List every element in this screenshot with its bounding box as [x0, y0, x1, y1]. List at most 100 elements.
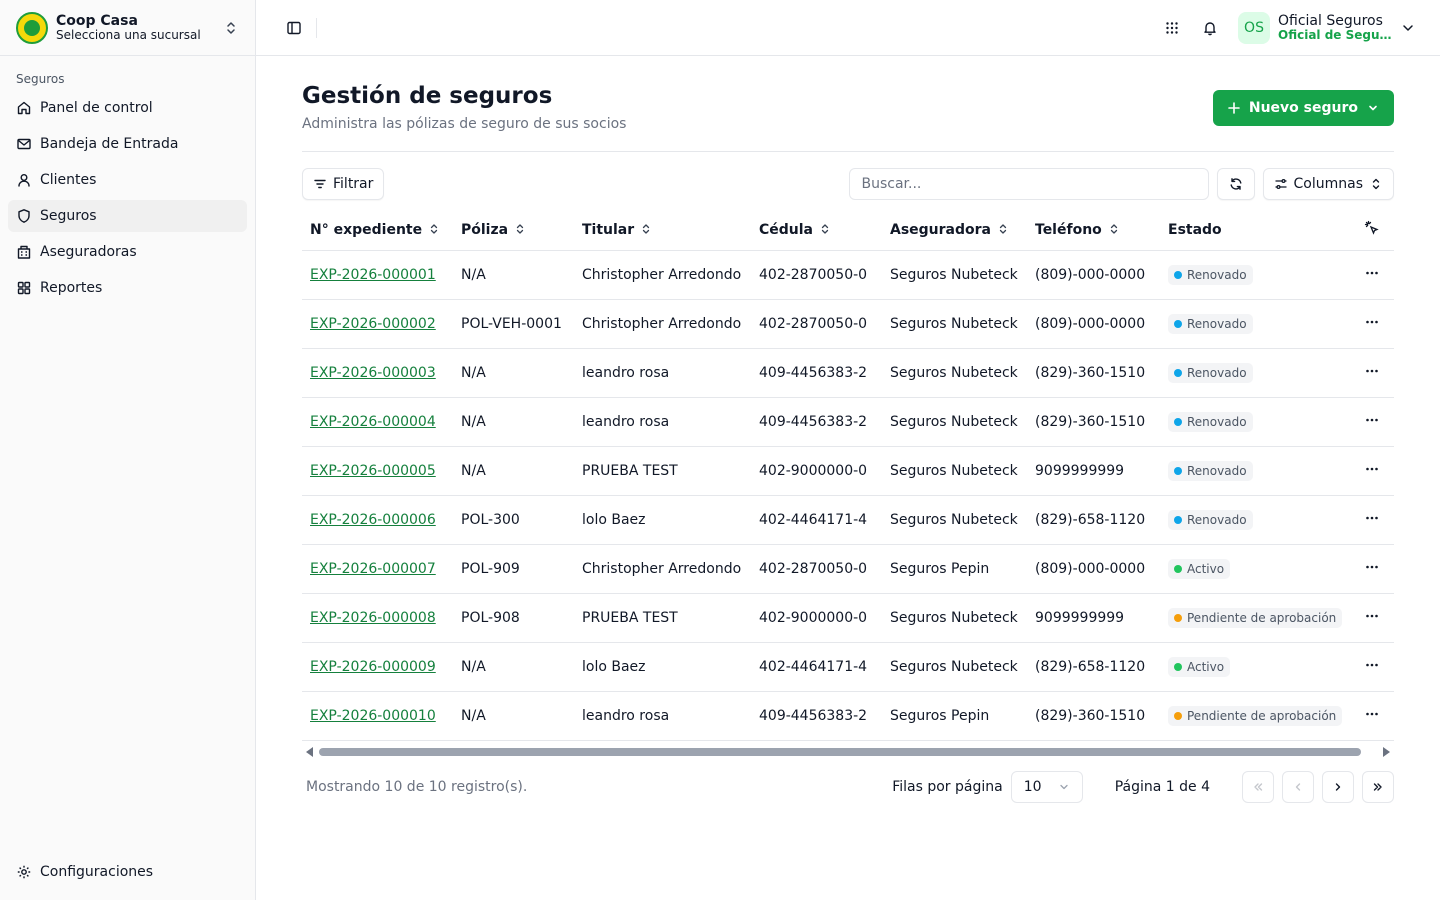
cell-poliza: POL-909: [453, 544, 574, 594]
expediente-link[interactable]: EXP-2026-000005: [310, 463, 436, 479]
chevrons-up-down-icon: [227, 21, 235, 34]
cell-actions[interactable]: [1356, 446, 1394, 496]
table-toolbar: Filtrar Columnas: [302, 168, 1394, 200]
building-icon: [17, 245, 31, 259]
cell-aseguradora: Seguros Nubeteck: [882, 593, 1027, 643]
sidebar-item-reports[interactable]: Reportes: [8, 272, 247, 304]
user-icon: [18, 174, 30, 187]
scrollbar-thumb[interactable]: [319, 747, 1361, 756]
new-insurance-button[interactable]: Nuevo seguro: [1212, 90, 1394, 126]
cell-actions[interactable]: [1356, 593, 1394, 643]
apps-button[interactable]: [1158, 14, 1186, 42]
col-header-actions[interactable]: [1356, 210, 1394, 251]
expediente-link[interactable]: EXP-2026-000006: [310, 512, 436, 528]
status-badge: Pendiente de aprobación: [1168, 607, 1343, 628]
col-header-label: Titular: [582, 221, 635, 238]
cell-actions[interactable]: [1356, 299, 1394, 349]
previous-page-button[interactable]: [1282, 770, 1314, 803]
cell-actions[interactable]: [1356, 250, 1394, 300]
scroll-left-icon[interactable]: [306, 746, 313, 757]
col-header-expediente[interactable]: N° expediente: [302, 210, 453, 251]
cell-actions[interactable]: [1356, 544, 1394, 594]
cell-telefono: (809)-000-0000: [1027, 544, 1160, 594]
status-dot: [1174, 564, 1182, 573]
cell-actions[interactable]: [1356, 397, 1394, 447]
page-content: Gestión de seguros Administra las póliza…: [302, 56, 1394, 803]
cell-expediente: EXP-2026-000009: [302, 642, 453, 692]
expediente-link[interactable]: EXP-2026-000002: [310, 316, 436, 332]
status-label: Renovado: [1187, 414, 1247, 429]
sidebar-item-inbox[interactable]: Bandeja de Entrada: [8, 128, 247, 160]
cell-titular: Christopher Arredondo: [574, 299, 751, 349]
search-input[interactable]: [848, 168, 1209, 200]
col-header-cedula[interactable]: Cédula: [751, 210, 882, 251]
more-horizontal-icon: [1366, 516, 1378, 519]
col-header-titular[interactable]: Titular: [574, 210, 751, 251]
sidebar-toggle-icon: [287, 21, 301, 34]
col-header-label: Cédula: [759, 221, 814, 238]
cell-aseguradora: Seguros Nubeteck: [882, 299, 1027, 349]
col-header-label: Aseguradora: [890, 221, 991, 238]
sidebar-toggle-button[interactable]: [280, 14, 308, 42]
cell-expediente: EXP-2026-000007: [302, 544, 453, 594]
chevrons-left-icon: [1254, 782, 1263, 791]
new-insurance-label: Nuevo seguro: [1248, 100, 1358, 116]
sliders-icon: [1274, 178, 1287, 190]
page-subtitle: Administra las pólizas de seguro de sus …: [302, 116, 627, 132]
expediente-link[interactable]: EXP-2026-000007: [310, 561, 436, 577]
horizontal-scrollbar[interactable]: [302, 745, 1394, 759]
next-page-button[interactable]: [1322, 770, 1354, 803]
cell-aseguradora: Seguros Nubeteck: [882, 397, 1027, 447]
cell-estado: Renovado: [1160, 397, 1356, 447]
expediente-link[interactable]: EXP-2026-000008: [310, 610, 436, 626]
sidebar-item-insurers[interactable]: Aseguradoras: [8, 236, 247, 268]
expediente-link[interactable]: EXP-2026-000004: [310, 414, 436, 430]
sort-icon: [999, 224, 1007, 234]
cell-cedula: 402-2870050-0: [751, 250, 882, 300]
cell-aseguradora: Seguros Pepin: [882, 691, 1027, 741]
cell-telefono: (829)-360-1510: [1027, 348, 1160, 398]
col-header-poliza[interactable]: Póliza: [453, 210, 574, 251]
cell-expediente: EXP-2026-000004: [302, 397, 453, 447]
expediente-link[interactable]: EXP-2026-000003: [310, 365, 436, 381]
sidebar-item-settings[interactable]: Configuraciones: [8, 856, 247, 888]
status-label: Activo: [1187, 659, 1225, 674]
sidebar-item-clients[interactable]: Clientes: [8, 164, 247, 196]
org-switcher[interactable]: Coop Casa Selecciona una sucursal: [0, 0, 255, 56]
chevrons-up-down-icon: [1372, 178, 1380, 190]
table-row: EXP-2026-000007 POL-909 Christopher Arredo…: [302, 544, 1394, 594]
sidebar-item-insurance[interactable]: Seguros: [8, 200, 247, 232]
rows-per-page-select[interactable]: 10: [1010, 770, 1083, 803]
first-page-button[interactable]: [1242, 770, 1274, 803]
col-header-telefono[interactable]: Teléfono: [1027, 210, 1160, 251]
expediente-link[interactable]: EXP-2026-000009: [310, 659, 436, 675]
org-logo: [16, 11, 48, 44]
cell-actions[interactable]: [1356, 495, 1394, 545]
cell-actions[interactable]: [1356, 642, 1394, 692]
last-page-button[interactable]: [1362, 770, 1394, 803]
expediente-link[interactable]: EXP-2026-000010: [310, 708, 436, 724]
sidebar-item-panel[interactable]: Panel de control: [8, 92, 247, 124]
chevrons-right-icon: [1373, 782, 1382, 791]
cell-expediente: EXP-2026-000006: [302, 495, 453, 545]
status-badge: Activo: [1168, 656, 1231, 677]
cell-telefono: 9099999999: [1027, 446, 1160, 496]
page-title: Gestión de seguros: [302, 83, 553, 109]
expediente-link[interactable]: EXP-2026-000001: [310, 267, 436, 283]
filter-button[interactable]: Filtrar: [302, 168, 385, 200]
refresh-button[interactable]: [1216, 168, 1255, 200]
status-label: Renovado: [1187, 365, 1247, 380]
col-header-aseguradora[interactable]: Aseguradora: [882, 210, 1027, 251]
status-label: Pendiente de aprobación: [1187, 708, 1337, 723]
cell-cedula: 402-9000000-0: [751, 446, 882, 496]
scroll-right-icon[interactable]: [1383, 746, 1390, 757]
columns-button[interactable]: Columnas: [1262, 168, 1394, 200]
status-badge: Renovado: [1168, 509, 1253, 530]
col-header-label: Teléfono: [1035, 221, 1102, 238]
notifications-button[interactable]: [1196, 14, 1224, 42]
cell-actions[interactable]: [1356, 348, 1394, 398]
sidebar-item-label: Reportes: [40, 280, 103, 296]
cell-poliza: N/A: [453, 250, 574, 300]
user-menu[interactable]: OS Oficial Seguros Oficial de Seguros: [1238, 11, 1416, 44]
cell-actions[interactable]: [1356, 691, 1394, 741]
